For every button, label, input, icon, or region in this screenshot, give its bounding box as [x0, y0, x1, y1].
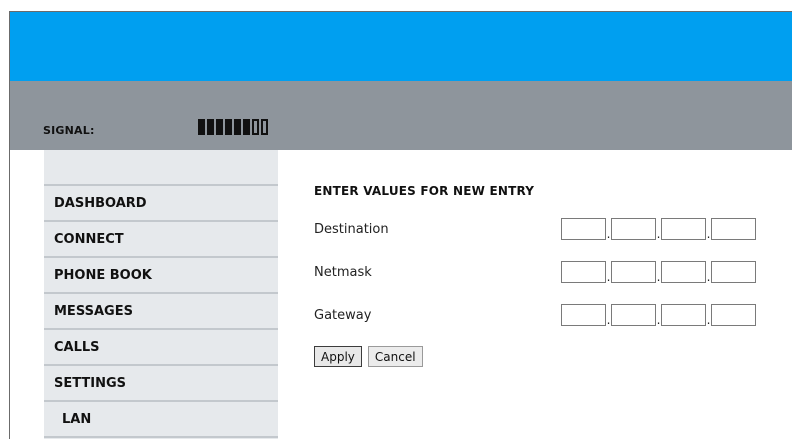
new-entry-form: ENTER VALUES FOR NEW ENTRY Destination .…	[314, 184, 774, 367]
sidebar-item-dashboard[interactable]: DASHBOARD	[44, 186, 278, 222]
destination-octet-2[interactable]	[611, 218, 656, 240]
sidebar-item-calls[interactable]: CALLS	[44, 330, 278, 366]
sidebar-item-phone-book[interactable]: PHONE BOOK	[44, 258, 278, 294]
gateway-label: Gateway	[314, 308, 372, 323]
signal-segment-filled	[198, 119, 205, 135]
signal-label: SIGNAL:	[43, 124, 95, 137]
sidebar-item-settings[interactable]: SETTINGS	[44, 366, 278, 402]
gateway-ip-input: . . .	[561, 304, 756, 326]
signal-segment-empty	[252, 119, 259, 135]
destination-row: Destination . . .	[314, 218, 774, 242]
destination-octet-4[interactable]	[711, 218, 756, 240]
sidebar-item-lan[interactable]: LAN	[44, 402, 278, 438]
netmask-octet-2[interactable]	[611, 261, 656, 283]
signal-segment-filled	[225, 119, 232, 135]
netmask-ip-input: . . .	[561, 261, 756, 283]
destination-octet-1[interactable]	[561, 218, 606, 240]
netmask-octet-1[interactable]	[561, 261, 606, 283]
netmask-octet-3[interactable]	[661, 261, 706, 283]
top-banner	[10, 12, 792, 81]
gateway-octet-2[interactable]	[611, 304, 656, 326]
page-frame: SIGNAL: DASHBOARD CONNECT PHONE BOOK MES…	[9, 11, 792, 439]
form-buttons: Apply Cancel	[314, 346, 423, 367]
gateway-octet-3[interactable]	[661, 304, 706, 326]
gateway-octet-1[interactable]	[561, 304, 606, 326]
sidebar-item-connect[interactable]: CONNECT	[44, 222, 278, 258]
signal-segment-filled	[234, 119, 241, 135]
sidebar-header	[44, 150, 278, 186]
signal-segment-empty	[261, 119, 268, 135]
cancel-button[interactable]: Cancel	[367, 346, 423, 367]
gateway-octet-4[interactable]	[711, 304, 756, 326]
sidebar: DASHBOARD CONNECT PHONE BOOK MESSAGES CA…	[44, 150, 278, 439]
signal-bar: SIGNAL:	[10, 81, 792, 150]
signal-strength-meter	[198, 119, 268, 135]
signal-segment-filled	[243, 119, 250, 135]
destination-octet-3[interactable]	[661, 218, 706, 240]
gateway-row: Gateway . . .	[314, 304, 774, 328]
destination-label: Destination	[314, 222, 389, 237]
netmask-label: Netmask	[314, 265, 372, 280]
netmask-row: Netmask . . .	[314, 261, 774, 285]
destination-ip-input: . . .	[561, 218, 756, 240]
apply-button[interactable]: Apply	[314, 346, 362, 367]
signal-segment-filled	[207, 119, 214, 135]
form-title: ENTER VALUES FOR NEW ENTRY	[314, 184, 535, 198]
sidebar-item-messages[interactable]: MESSAGES	[44, 294, 278, 330]
signal-segment-filled	[216, 119, 223, 135]
netmask-octet-4[interactable]	[711, 261, 756, 283]
